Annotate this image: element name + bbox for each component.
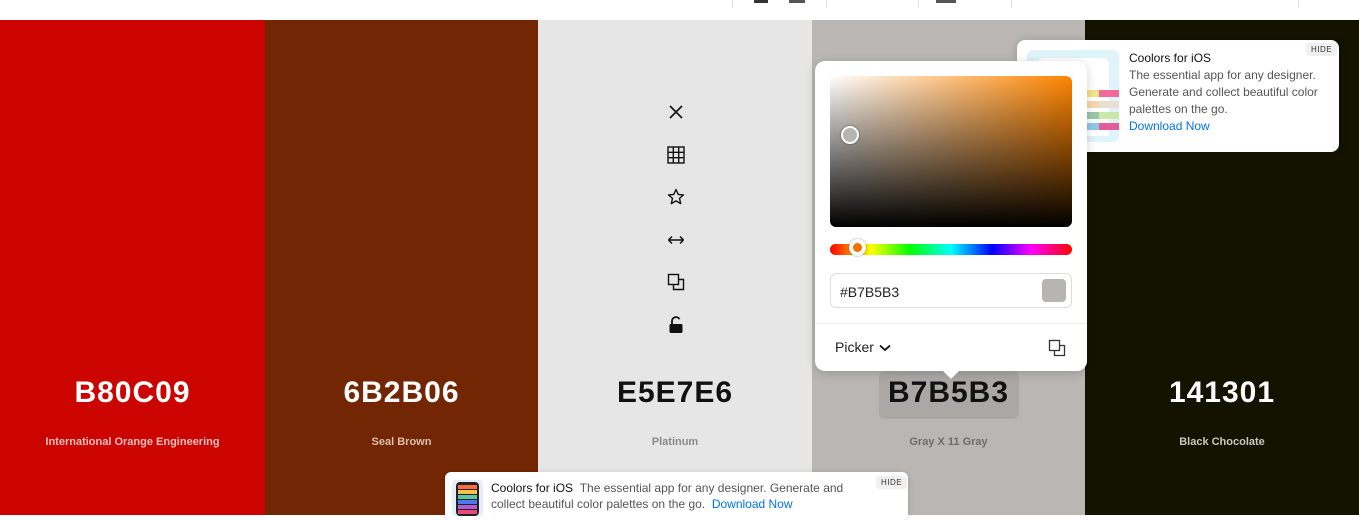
swatch-color-name[interactable]: Black Chocolate [1085,436,1359,448]
chevron-down-icon [879,339,891,355]
hex-input-value[interactable]: #B7B5B3 [840,284,899,300]
color-handle[interactable] [841,126,859,144]
ad-title[interactable]: Coolors for iOS [491,481,573,495]
swatch-hex[interactable]: B80C09 [0,376,265,410]
toolbar-divider [1011,0,1012,8]
hex-input[interactable]: #B7B5B3 [830,273,1072,308]
toolbar-icon-fragment[interactable] [936,0,956,3]
picker-mode-label: Picker [835,339,874,355]
saturation-brightness-area[interactable] [830,76,1072,227]
close-icon[interactable] [664,100,688,124]
top-toolbar [0,0,1359,21]
color-preview-swatch [1042,279,1066,302]
grid-icon[interactable] [664,143,688,167]
copy-icon[interactable] [664,270,688,294]
toolbar-divider [826,0,827,8]
picker-mode-dropdown[interactable]: Picker [835,339,891,355]
ad-title[interactable]: Coolors for iOS [1129,51,1211,65]
ad-banner-bottom: Coolors for iOS The essential app for an… [445,472,908,520]
swatch-hex[interactable]: E5E7E6 [538,376,812,410]
hide-ad-button[interactable]: HIDE [1306,43,1338,56]
hue-slider[interactable] [830,239,1072,256]
toolbar-icon-fragment[interactable] [754,0,768,3]
toolbar-icon-fragment[interactable] [789,0,805,3]
ad-text: Coolors for iOS The essential app for an… [491,480,851,512]
unlock-icon[interactable] [664,313,688,337]
download-now-link[interactable]: Download Now [712,497,793,511]
hide-ad-button[interactable]: HIDE [876,476,908,489]
download-now-link[interactable]: Download Now [1129,119,1210,133]
star-icon[interactable] [664,185,688,209]
color-swatch-1[interactable]: B80C09 International Orange Engineering [0,20,265,515]
toolbar-divider [918,0,919,8]
swatch-hex[interactable]: 141301 [1085,376,1359,410]
color-swatch-3[interactable]: E5E7E6 Platinum [538,20,812,515]
copy-icon[interactable] [1048,339,1066,362]
swatch-hex[interactable]: B7B5B3 [812,376,1085,410]
app-screenshot-image[interactable] [452,480,483,516]
swatch-color-name[interactable]: International Orange Engineering [0,436,265,448]
ad-body: The essential app for any designer. Gene… [1129,68,1318,116]
swatch-color-name[interactable]: Seal Brown [265,436,538,448]
swatch-color-name[interactable]: Gray X 11 Gray [812,436,1085,448]
toolbar-divider [732,0,733,8]
drag-icon[interactable] [664,228,688,252]
swatch-tools [664,100,688,355]
hue-slider-handle[interactable] [849,239,866,256]
toolbar-divider [1298,0,1299,8]
picker-divider [815,323,1087,324]
swatch-color-name[interactable]: Platinum [538,436,812,448]
color-swatch-2[interactable]: 6B2B06 Seal Brown [265,20,538,515]
swatch-hex[interactable]: 6B2B06 [265,376,538,410]
color-picker-popover: #B7B5B3 Picker [815,61,1087,379]
